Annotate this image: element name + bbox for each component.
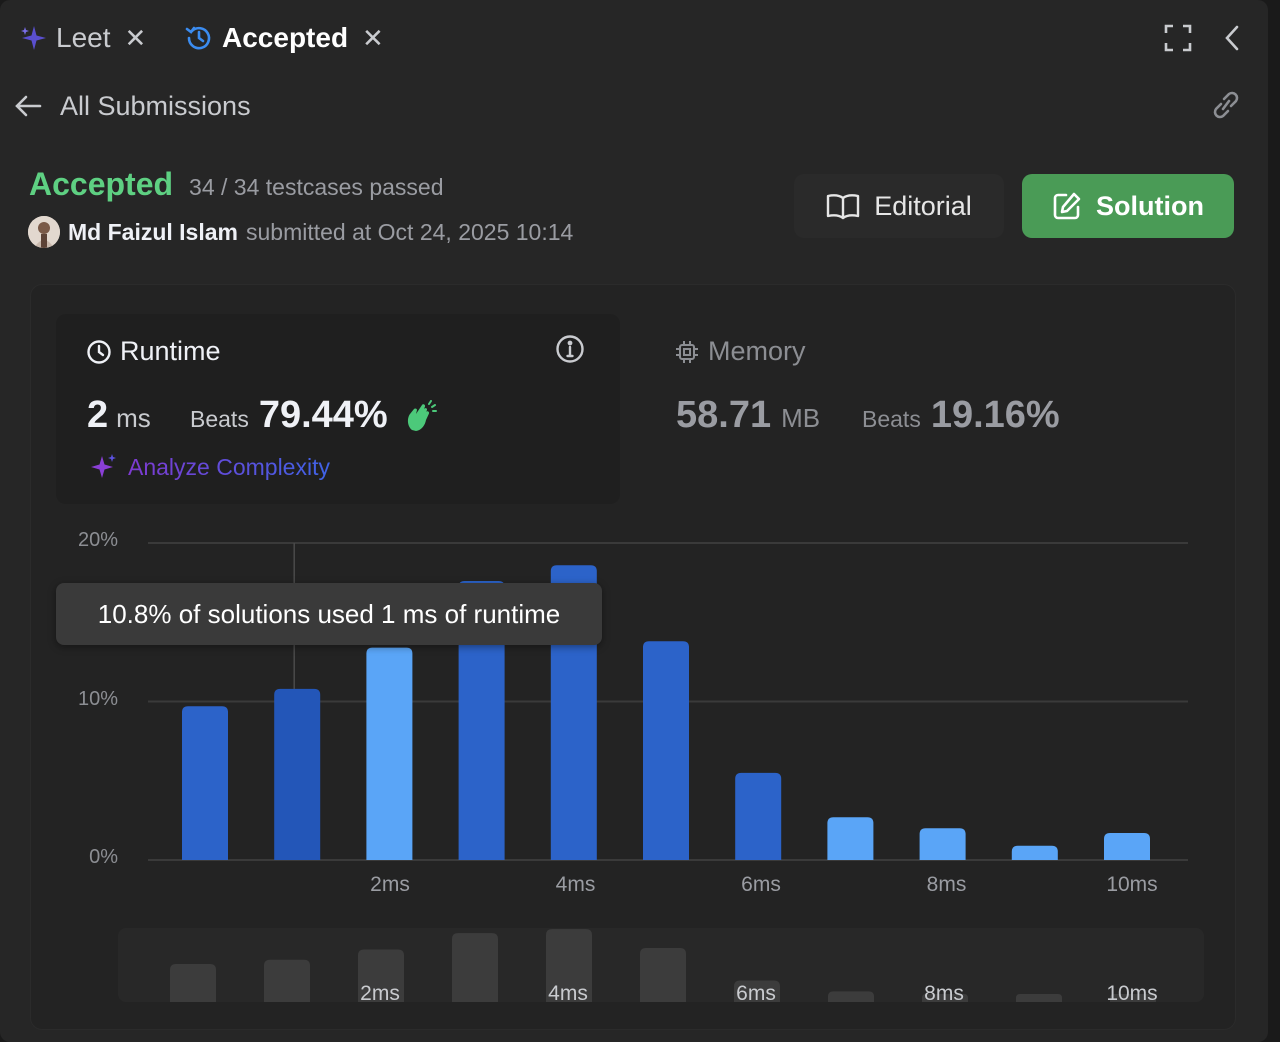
chart-overview[interactable]: 2ms 4ms 6ms 8ms 10ms: [118, 928, 1204, 1002]
chart-tooltip: 10.8% of solutions used 1 ms of runtime: [56, 583, 602, 645]
x-tick-label: 6ms: [741, 873, 781, 896]
runtime-distribution-chart: [148, 542, 1188, 861]
chart-bar[interactable]: [919, 828, 966, 860]
chart-bar[interactable]: [1104, 833, 1150, 860]
chart-bar[interactable]: [274, 688, 321, 860]
overview-tick-label: 6ms: [736, 982, 776, 1002]
y-tick-label: 0%: [89, 846, 118, 868]
overview-bar: [640, 947, 686, 1002]
x-tick-label: 8ms: [926, 873, 967, 896]
overview-bar: [170, 964, 216, 1002]
overview-tick-label: 10ms: [1106, 982, 1158, 1002]
y-tick-label: 20%: [77, 529, 118, 551]
x-tick-label: 4ms: [555, 873, 596, 896]
x-tick-label: 2ms: [370, 873, 410, 896]
chart-bar[interactable]: [643, 641, 689, 860]
chart-bar[interactable]: [1011, 845, 1058, 860]
x-tick-label: 10ms: [1106, 873, 1158, 896]
overview-bar: [264, 959, 310, 1002]
y-tick-label: 10%: [77, 687, 118, 710]
overview-tick-label: 2ms: [360, 982, 400, 1002]
overview-bar: [828, 991, 874, 1002]
chart-bar[interactable]: [735, 772, 782, 860]
chart-bar[interactable]: [182, 706, 228, 860]
chart-bar[interactable]: [827, 817, 874, 860]
chart-bar[interactable]: [366, 647, 413, 860]
overview-bar: [452, 933, 498, 1002]
overview-tick-label: 4ms: [548, 982, 588, 1002]
overview-tick-label: 8ms: [924, 982, 964, 1002]
overview-bar: [1016, 994, 1062, 1002]
